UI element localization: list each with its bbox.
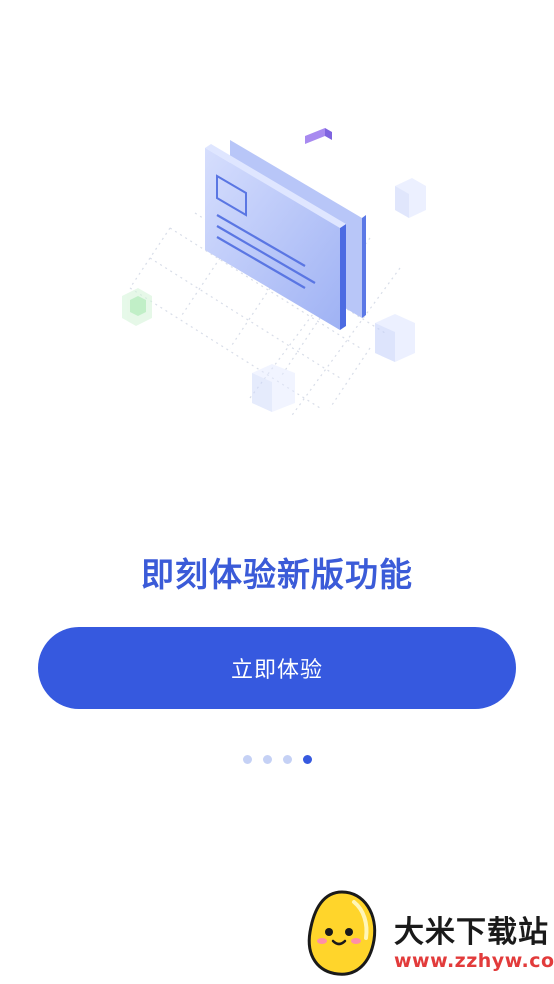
page-dot: [242, 755, 252, 764]
page-indicator: [0, 755, 554, 764]
start-experience-button[interactable]: 立即体验: [38, 627, 516, 709]
page-dot: [262, 755, 272, 764]
document-cards-illustration: [122, 128, 426, 419]
page-title: 即刻体验新版功能: [141, 555, 413, 594]
watermark-name: 大米下载站: [394, 915, 549, 950]
watermark-url: www.zzhyw.com: [394, 950, 554, 972]
page-dot: [282, 755, 292, 764]
mascot-logo-icon: [307, 890, 377, 976]
page-dot-active: [302, 755, 312, 764]
